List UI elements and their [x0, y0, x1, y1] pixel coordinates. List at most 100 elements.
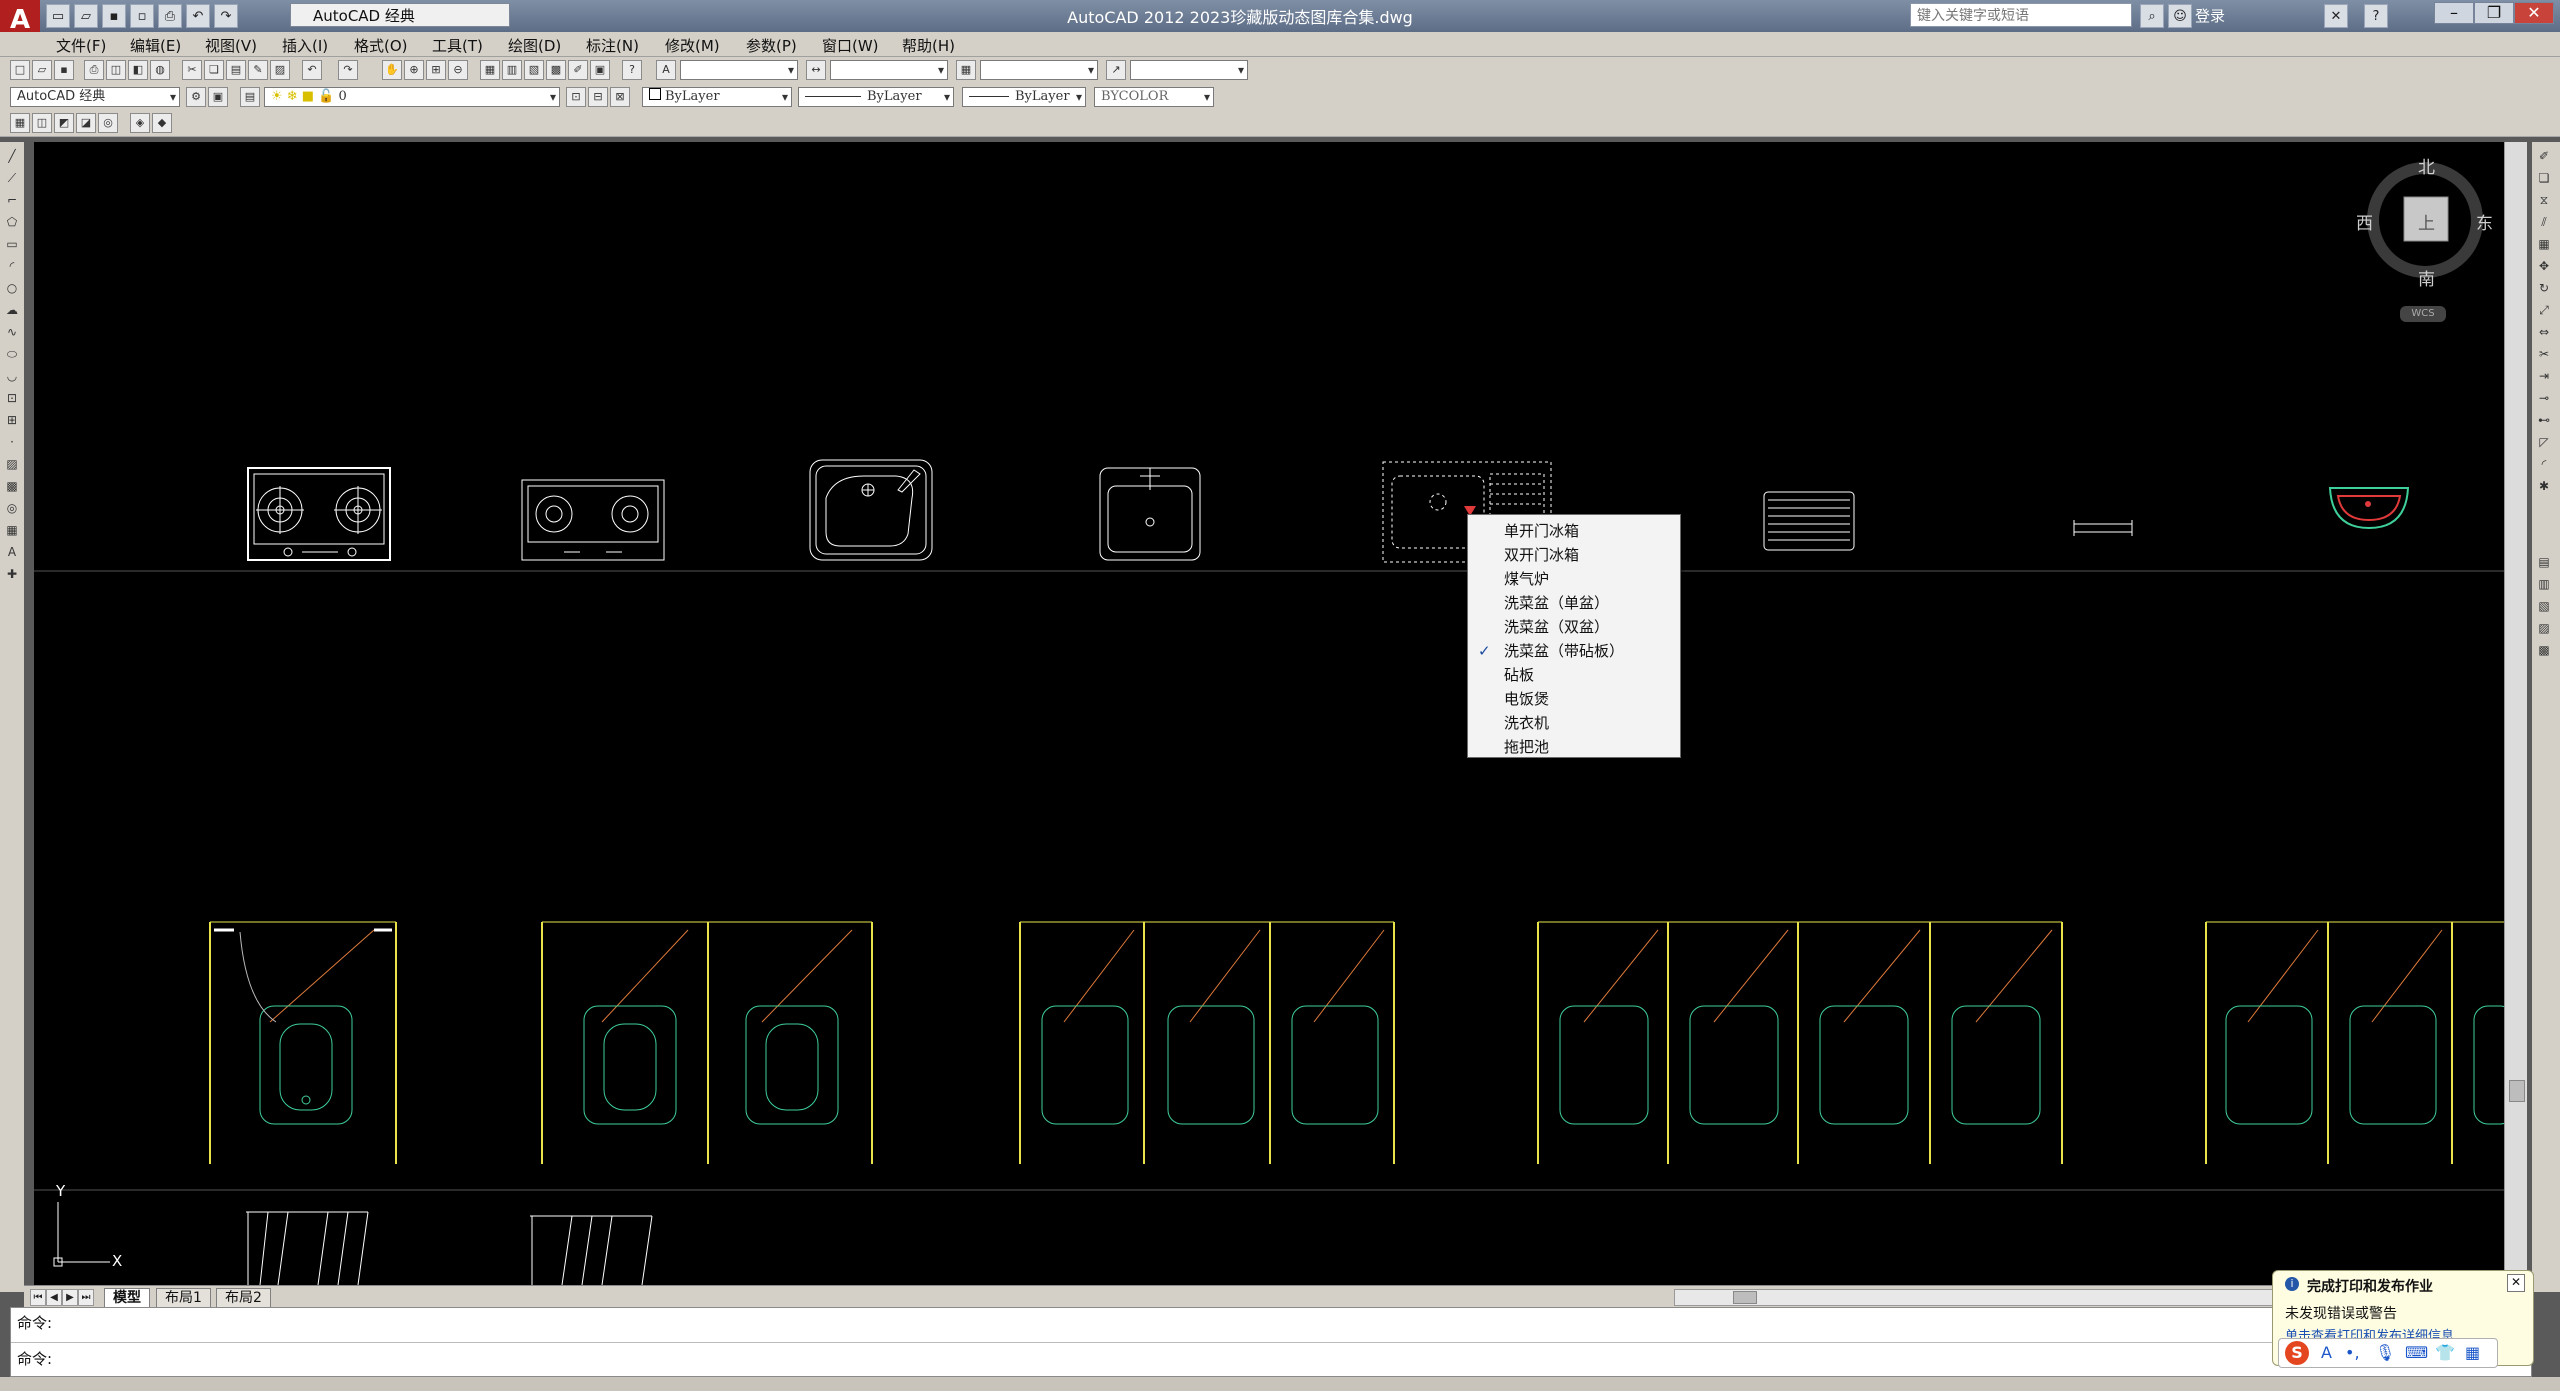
revision-cloud-icon[interactable]: ☁	[2, 300, 22, 320]
next-tab-icon[interactable]: ▶	[62, 1289, 78, 1306]
move-icon[interactable]: ✥	[2534, 256, 2554, 276]
qnew-icon[interactable]: □	[10, 60, 30, 80]
viewcube-top-face[interactable]: 上	[2418, 209, 2435, 234]
dim-style-icon[interactable]: ↔	[806, 60, 826, 80]
punctuation-icon[interactable]: •,	[2345, 1343, 2360, 1362]
print-icon[interactable]: ⎙	[158, 4, 182, 28]
first-tab-icon[interactable]: ⏮	[30, 1289, 46, 1306]
extend-icon[interactable]: ⇥	[2534, 366, 2554, 386]
skin-icon[interactable]: 👕	[2435, 1343, 2455, 1362]
exchange-icon[interactable]: ✕	[2324, 4, 2348, 28]
cut-icon[interactable]: ✂	[182, 60, 202, 80]
table-style-combo[interactable]	[980, 60, 1098, 80]
make-current-layer-icon[interactable]: ⊡	[566, 87, 586, 107]
copy-icon[interactable]: ❏	[204, 60, 224, 80]
calculator-icon[interactable]: ▣	[590, 60, 610, 80]
user-icon[interactable]: ☺	[2168, 4, 2192, 28]
menu-modify[interactable]: 修改(M)	[665, 35, 720, 56]
region-icon[interactable]: ◎	[2, 498, 22, 518]
save-icon[interactable]: ▪	[102, 4, 126, 28]
join-icon[interactable]: ⊷	[2534, 410, 2554, 430]
send-back-icon[interactable]: ▧	[2534, 596, 2554, 616]
menu-draw[interactable]: 绘图(D)	[508, 35, 561, 56]
view-iso-icon[interactable]: ◪	[76, 113, 96, 133]
gas-stove-block[interactable]	[521, 479, 665, 561]
menu-item-sink-double[interactable]: 洗菜盆（双盆）	[1468, 615, 1680, 639]
menu-dimension[interactable]: 标注(N)	[586, 35, 639, 56]
copy-object-icon[interactable]: ❏	[2534, 168, 2554, 188]
undo-icon[interactable]: ↶	[302, 60, 322, 80]
chamfer-icon[interactable]: ◸	[2534, 432, 2554, 452]
partition-block[interactable]	[246, 1211, 653, 1286]
spline-icon[interactable]: ∿	[2, 322, 22, 342]
prev-tab-icon[interactable]: ◀	[46, 1289, 62, 1306]
zoom-window-icon[interactable]: ⊞	[426, 60, 446, 80]
sink-single-block[interactable]	[809, 459, 933, 561]
menu-item-single-door-fridge[interactable]: 单开门冰箱	[1468, 519, 1680, 543]
command-window[interactable]: 命令: 命令:	[10, 1307, 2532, 1377]
toolbox-icon[interactable]: ▦	[2465, 1343, 2480, 1362]
viewcube-east[interactable]: 东	[2476, 209, 2493, 234]
open-icon[interactable]: ▱	[32, 60, 52, 80]
send-under-icon[interactable]: ▩	[2534, 640, 2554, 660]
menu-insert[interactable]: 插入(I)	[282, 35, 328, 56]
gas-stove-block[interactable]	[247, 467, 391, 561]
table-icon[interactable]: ▦	[2, 520, 22, 540]
viewcube-north[interactable]: 北	[2418, 153, 2435, 178]
lineweight-combo[interactable]: ByLayer	[962, 87, 1086, 107]
layer-combo[interactable]: ☀ ❄ ■ 🔓 0	[264, 87, 560, 107]
multileader-style-combo[interactable]	[1130, 60, 1248, 80]
layer-state-icon[interactable]: ⊠	[610, 87, 630, 107]
close-icon[interactable]: ✕	[2507, 1274, 2525, 1292]
help-icon[interactable]: ?	[622, 60, 642, 80]
ellipse-icon[interactable]: ⬭	[2, 344, 22, 364]
point-icon[interactable]: ·	[2, 432, 22, 452]
plotstyle-combo[interactable]: BYCOLOR	[1094, 87, 1214, 107]
hatch-icon[interactable]: ▨	[2, 454, 22, 474]
rectangle-icon[interactable]: ▭	[2, 234, 22, 254]
construction-line-icon[interactable]: ⟋	[2, 168, 22, 188]
viewcube[interactable]: 北 南 西 东 上	[2356, 153, 2493, 290]
help-search-input[interactable]: 键入关键字或短语	[1910, 3, 2132, 27]
menu-edit[interactable]: 编辑(E)	[130, 35, 181, 56]
my-workspace-icon[interactable]: ▣	[208, 87, 228, 107]
menu-tools[interactable]: 工具(T)	[432, 35, 483, 56]
pan-icon[interactable]: ✋	[382, 60, 402, 80]
scale-icon[interactable]: ⤢	[2534, 300, 2554, 320]
paste-icon[interactable]: ▤	[226, 60, 246, 80]
command-prompt[interactable]: 命令:	[17, 1348, 52, 1369]
ime-mode-icon[interactable]: A	[2321, 1343, 2332, 1362]
ime-toolbar[interactable]: S A •, 🎙 ⌨ 👕 ▦	[2278, 1338, 2498, 1368]
sheet-set-icon[interactable]: ▩	[546, 60, 566, 80]
minimize-icon[interactable]: –	[2434, 2, 2474, 24]
open-file-icon[interactable]: ▱	[74, 4, 98, 28]
towel-rack-block[interactable]	[2073, 520, 2133, 536]
view-front-icon[interactable]: ◫	[32, 113, 52, 133]
block-editor-icon[interactable]: ▨	[270, 60, 290, 80]
tab-layout1[interactable]: 布局1	[156, 1288, 211, 1308]
text-style-icon[interactable]: A	[656, 60, 676, 80]
view-top-icon[interactable]: ◩	[54, 113, 74, 133]
linetype-combo[interactable]: ByLayer	[798, 87, 954, 107]
menu-item-sink-with-board[interactable]: ✓ 洗菜盆（带砧板）	[1468, 639, 1680, 663]
zoom-previous-icon[interactable]: ⊖	[448, 60, 468, 80]
plot-preview-icon[interactable]: ◫	[106, 60, 126, 80]
render-icon[interactable]: ◆	[152, 113, 172, 133]
polyline-icon[interactable]: ⌐	[2, 190, 22, 210]
viewport-icon[interactable]: ▦	[10, 113, 30, 133]
washboard-block[interactable]	[1763, 491, 1855, 551]
orbit-icon[interactable]: ◎	[98, 113, 118, 133]
menu-item-sink-single[interactable]: 洗菜盆（单盆）	[1468, 591, 1680, 615]
layer-manager-icon[interactable]: ▤	[240, 87, 260, 107]
erase-icon[interactable]: ✐	[2534, 146, 2554, 166]
sink-basin-block[interactable]	[1099, 467, 1201, 561]
polygon-icon[interactable]: ⬠	[2, 212, 22, 232]
tool-palettes-icon[interactable]: ▧	[524, 60, 544, 80]
menu-help[interactable]: 帮助(H)	[902, 35, 955, 56]
workspace-combo[interactable]: AutoCAD 经典	[10, 87, 180, 107]
line-icon[interactable]: ╱	[2, 146, 22, 166]
table-style-icon[interactable]: ▦	[956, 60, 976, 80]
mirror-icon[interactable]: ⧖	[2534, 190, 2554, 210]
toilet-stall-partial[interactable]	[2205, 921, 2515, 1164]
multileader-style-icon[interactable]: ↗	[1106, 60, 1126, 80]
